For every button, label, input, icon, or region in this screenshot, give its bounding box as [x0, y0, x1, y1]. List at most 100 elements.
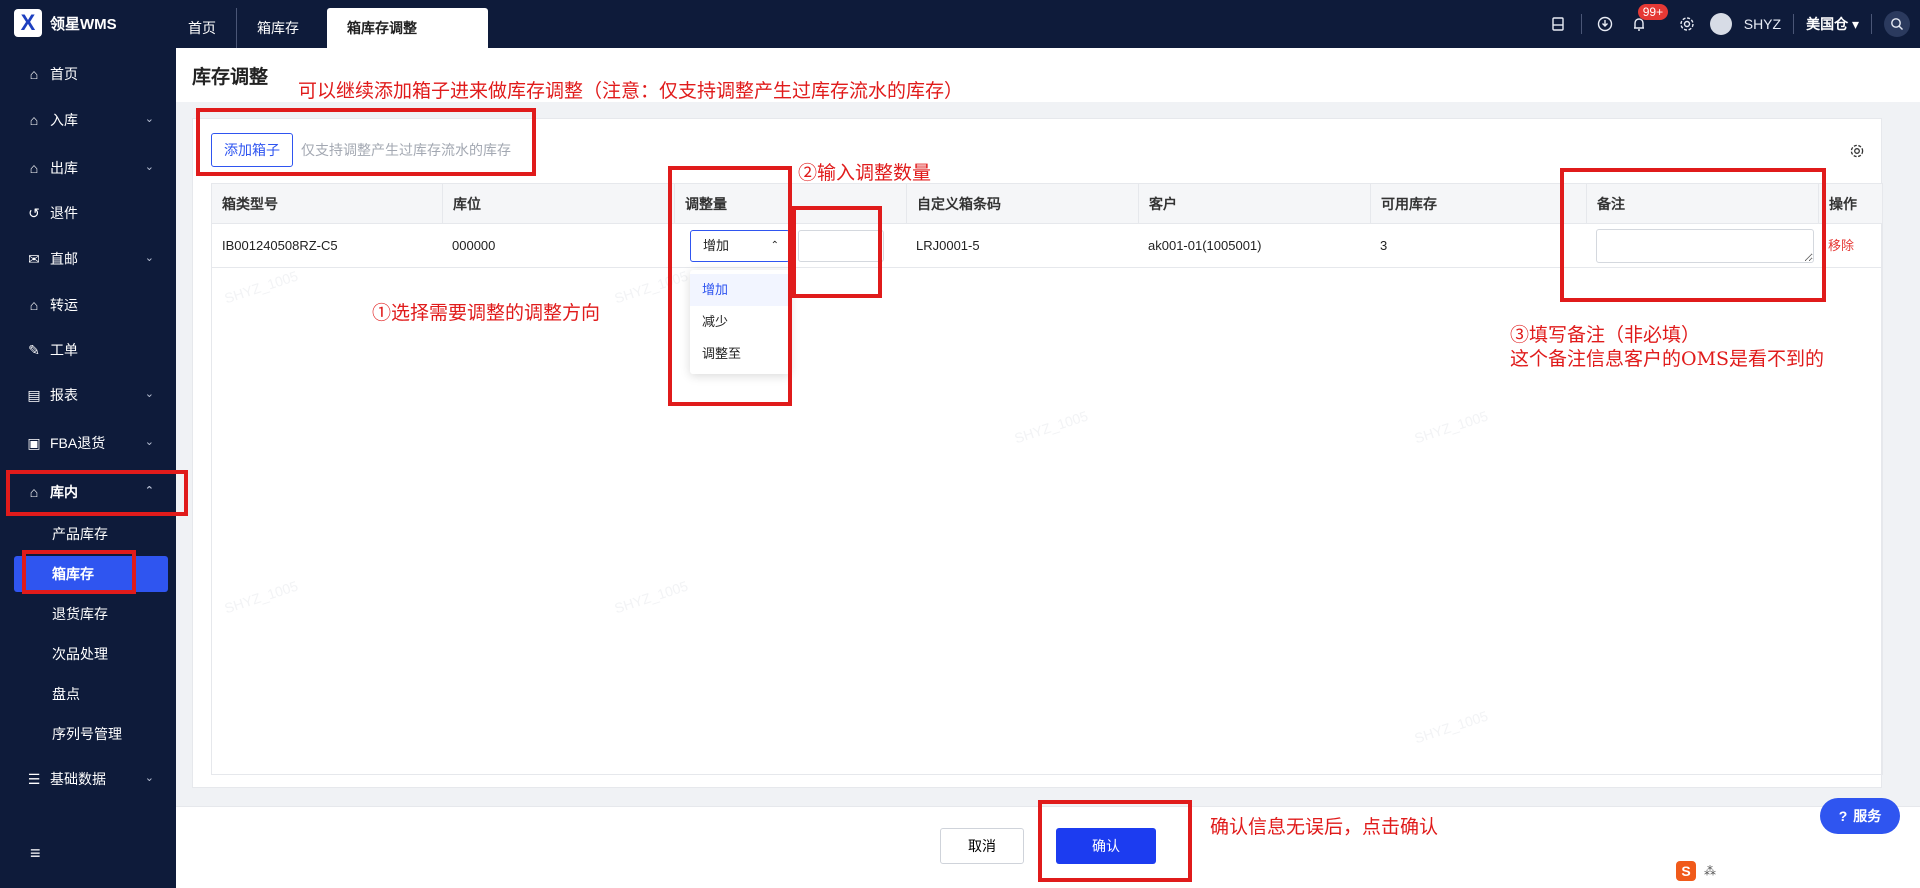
- sidebar-subitem-product-inventory[interactable]: 产品库存: [14, 516, 168, 552]
- sidebar-item-label: 转运: [50, 297, 78, 313]
- cell-box-type: IB001240508RZ-C5: [222, 238, 338, 253]
- adjust-table: 箱类型号 库位 调整量 自定义箱条码 客户 可用库存 备注 操作 IB00124…: [211, 183, 1883, 775]
- ime-logo-icon: S: [1676, 861, 1696, 881]
- search-icon[interactable]: [1884, 11, 1910, 37]
- column-header: 可用库存: [1370, 184, 1586, 224]
- ime-toolbar[interactable]: S ⁂: [1676, 858, 1728, 884]
- sidebar-subitem-return-inventory[interactable]: 退货库存: [14, 596, 168, 632]
- mail-icon: ✉: [28, 250, 40, 267]
- sidebar-subitem-serial-numbers[interactable]: 序列号管理: [14, 716, 168, 752]
- tab-box-inventory-adjust[interactable]: 箱库存调整: [327, 8, 488, 48]
- sidebar-item-direct-mail[interactable]: ✉ 直邮 ⌄: [0, 239, 176, 279]
- chevron-down-icon: ⌄: [144, 161, 154, 173]
- sidebar-item-label: FBA退货: [50, 435, 106, 451]
- sidebar-item-inbound[interactable]: ⌂ 入库 ⌄: [0, 100, 176, 140]
- column-header: 客户: [1138, 184, 1370, 224]
- annotation-step1: ①选择需要调整的调整方向: [372, 302, 601, 324]
- chevron-up-icon: ⌃: [770, 240, 779, 251]
- notification-badge: 99+: [1637, 4, 1669, 20]
- sidebar-item-tickets[interactable]: ✎ 工单: [0, 330, 176, 370]
- chevron-down-icon: ⌄: [144, 436, 154, 448]
- collapse-sidebar-icon[interactable]: ≡: [30, 843, 41, 864]
- sidebar-item-home[interactable]: ⌂ 首页: [0, 54, 176, 94]
- sidebar-item-label: 基础数据: [50, 771, 106, 787]
- sidebar-item-label: 退件: [50, 205, 78, 221]
- sidebar-item-outbound[interactable]: ⌂ 出库 ⌄: [0, 148, 176, 188]
- sidebar-item-label: 工单: [50, 342, 78, 358]
- column-header: 箱类型号: [222, 196, 278, 212]
- app-logo[interactable]: X 领星WMS: [14, 9, 117, 37]
- sidebar-item-fba-returns[interactable]: ▣ FBA退货 ⌄: [0, 423, 176, 463]
- divider: [1871, 14, 1872, 34]
- cell-location: 000000: [452, 238, 496, 253]
- sidebar-item-label: 报表: [50, 387, 78, 403]
- report-icon: ▤: [27, 386, 41, 403]
- column-settings-icon[interactable]: [1849, 143, 1865, 162]
- cell-customer: ak001-01(1005001): [1148, 238, 1262, 253]
- toolbar-hint: 仅支持调整产生过库存流水的库存: [301, 142, 511, 158]
- page-title: 库存调整: [192, 67, 269, 88]
- sidebar-item-transfer[interactable]: ⌂ 转运: [0, 285, 176, 325]
- settings-icon[interactable]: [1676, 13, 1698, 35]
- table-row: IB001240508RZ-C5 000000 增加 ⌃ LRJ0001-5 a…: [212, 224, 1882, 268]
- download-icon[interactable]: [1594, 13, 1616, 35]
- adjust-quantity-input[interactable]: [798, 230, 884, 262]
- inbound-icon: ⌂: [29, 112, 39, 128]
- sidebar-item-returns[interactable]: ↺ 退件: [0, 193, 176, 233]
- annotation-confirm: 确认信息无误后，点击确认: [1210, 816, 1439, 838]
- dropdown-option-increase[interactable]: 增加: [690, 274, 790, 306]
- caret-down-icon: ▾: [1851, 16, 1859, 32]
- logo-text: 领星WMS: [50, 15, 117, 33]
- confirm-button[interactable]: 确认: [1056, 828, 1156, 864]
- sidebar-subitem-defective[interactable]: 次品处理: [14, 636, 168, 672]
- toolbar: 添加箱子 仅支持调整产生过库存流水的库存: [211, 133, 511, 167]
- column-header: 调整量: [674, 184, 906, 224]
- sidebar-item-base-data[interactable]: ☰ 基础数据 ⌄: [0, 759, 176, 799]
- annotation-top: 可以继续添加箱子进来做库存调整（注意：仅支持调整产生过库存流水的库存）: [298, 80, 964, 102]
- select-value: 增加: [703, 238, 730, 253]
- sidebar-item-label: 直邮: [50, 251, 78, 267]
- dropdown-option-adjust-to[interactable]: 调整至: [690, 338, 790, 370]
- user-name[interactable]: SHYZ: [1744, 16, 1781, 32]
- service-button[interactable]: ? 服务: [1820, 798, 1900, 834]
- outbound-icon: ⌂: [29, 160, 39, 176]
- avatar[interactable]: [1709, 13, 1732, 35]
- top-bar: X 领星WMS 首页 箱库存 箱库存调整 99+ SHYZ 美国仓 ▾: [0, 0, 1920, 48]
- annotation-step2: ②输入调整数量: [798, 162, 932, 184]
- column-header: 自定义箱条码: [906, 184, 1138, 224]
- chevron-up-icon: ⌃: [144, 485, 154, 497]
- warehouse-label: 美国仓: [1806, 16, 1849, 32]
- ime-option-icon: ⁂: [1704, 864, 1716, 878]
- bell-icon[interactable]: 99+: [1628, 4, 1669, 35]
- sidebar: ⌂ 首页 ⌂ 入库 ⌄ ⌂ 出库 ⌄ ↺ 退件 ✉ 直邮 ⌄ ⌂ 转运 ✎ 工单 ▤ 报表 ⌄ ▣ FBA…: [0, 48, 176, 888]
- return-icon: ↺: [28, 204, 40, 221]
- chevron-down-icon: ⌄: [144, 772, 154, 784]
- adjust-direction-select[interactable]: 增加 ⌃: [690, 230, 790, 262]
- printer-icon[interactable]: [1547, 13, 1569, 35]
- remove-link[interactable]: 移除: [1828, 224, 1854, 268]
- service-label: 服务: [1853, 808, 1882, 824]
- chevron-down-icon: ⌄: [144, 252, 154, 264]
- remark-textarea[interactable]: [1596, 229, 1814, 263]
- sidebar-item-in-warehouse[interactable]: ⌂ 库内 ⌃: [0, 472, 176, 512]
- sidebar-subitem-box-inventory[interactable]: 箱库存: [14, 556, 168, 592]
- adjust-direction-dropdown: 增加 减少 调整至: [690, 270, 790, 374]
- sidebar-item-label: 出库: [50, 160, 78, 176]
- column-header: 备注: [1586, 184, 1818, 224]
- tab-box-inventory[interactable]: 箱库存: [237, 8, 319, 48]
- home-icon: ⌂: [29, 66, 39, 82]
- divider: [1580, 14, 1582, 34]
- annotation-step3-line2: 这个备注信息客户的OMS是看不到的: [1510, 348, 1825, 370]
- logo-icon: X: [14, 9, 42, 37]
- warehouse-selector[interactable]: 美国仓 ▾: [1806, 14, 1859, 34]
- cell-available: 3: [1380, 238, 1388, 253]
- sidebar-item-label: 首页: [50, 66, 78, 82]
- sidebar-subitem-stocktake[interactable]: 盘点: [14, 676, 168, 712]
- tab-home[interactable]: 首页: [168, 8, 237, 48]
- sidebar-item-reports[interactable]: ▤ 报表 ⌄: [0, 375, 176, 415]
- cancel-button[interactable]: 取消: [940, 828, 1024, 864]
- dropdown-option-decrease[interactable]: 减少: [690, 306, 790, 338]
- add-box-button[interactable]: 添加箱子: [211, 133, 293, 167]
- transfer-icon: ⌂: [29, 297, 39, 313]
- column-header: 库位: [442, 184, 674, 224]
